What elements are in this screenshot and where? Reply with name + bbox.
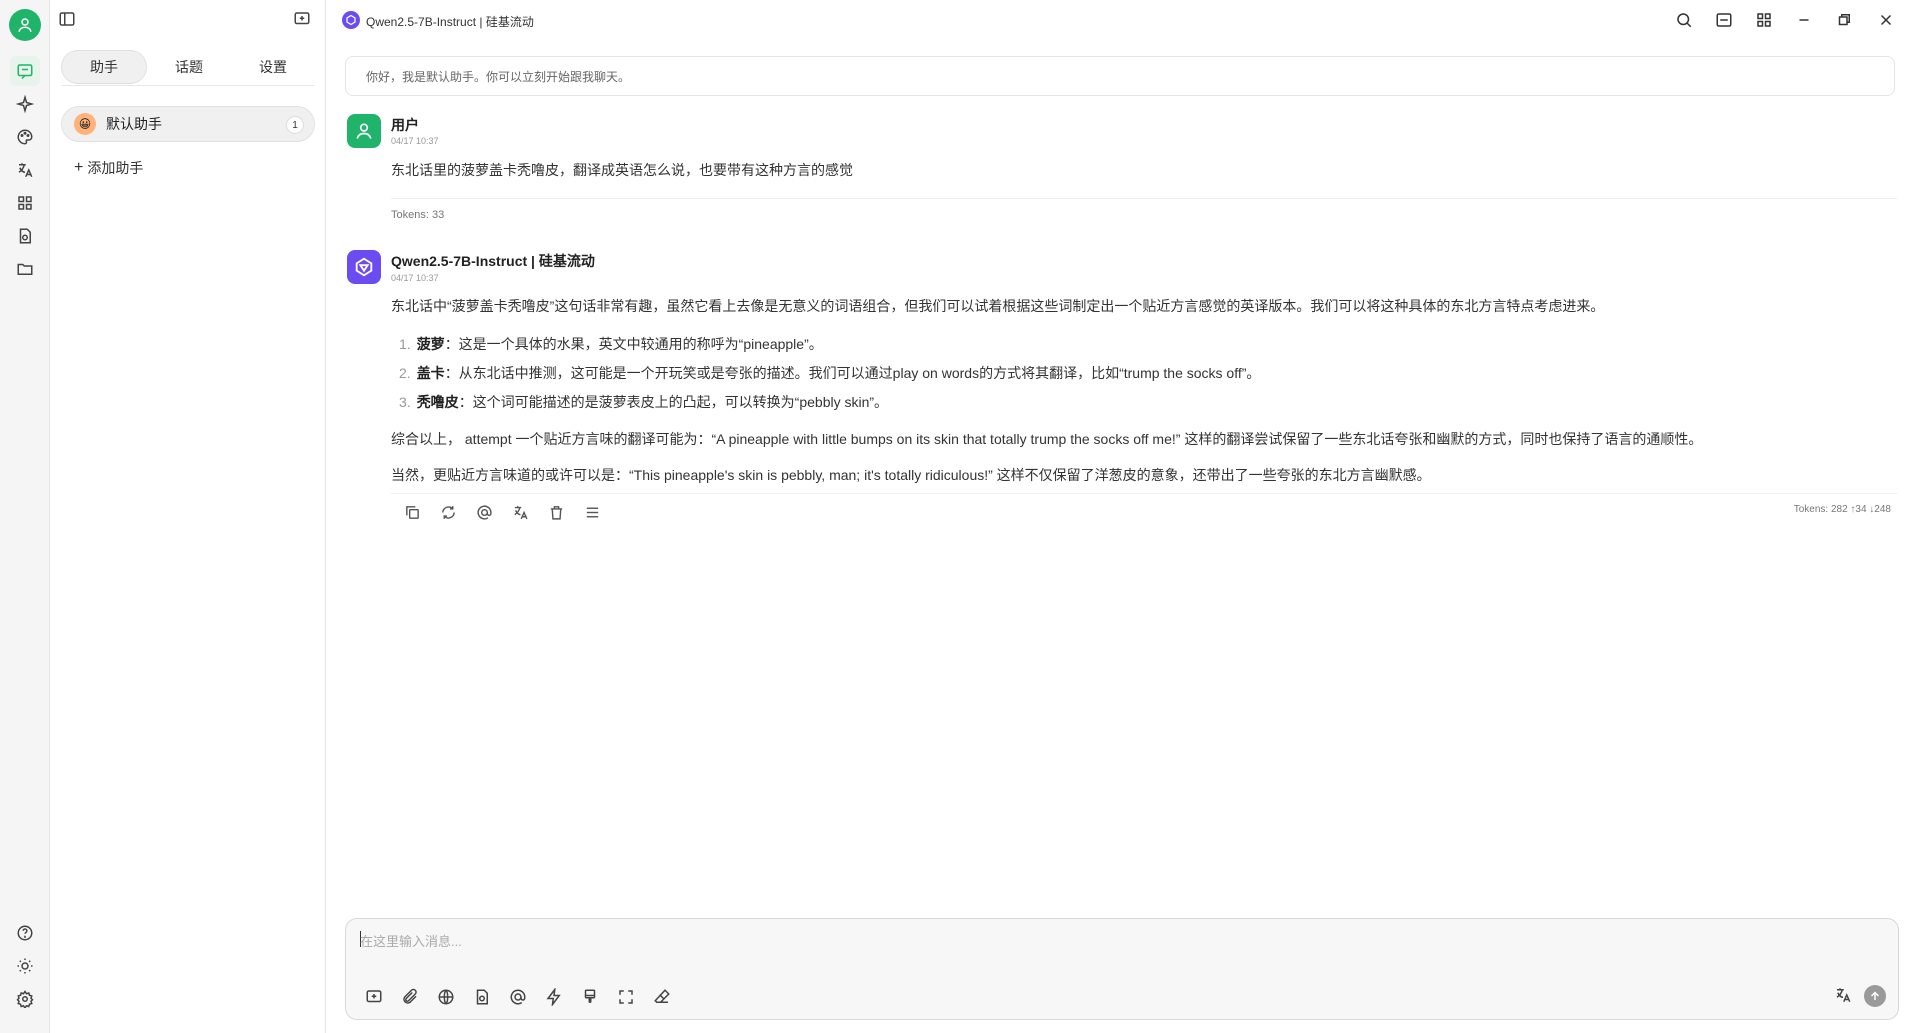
delete-icon[interactable] xyxy=(538,500,574,524)
assistant-emoji: 😀 xyxy=(74,113,96,135)
add-assistant-button[interactable]: + 添加助手 xyxy=(74,158,143,178)
knowledge-base-icon[interactable] xyxy=(464,985,500,1009)
plus-icon: + xyxy=(74,159,84,176)
input-toolbar xyxy=(356,985,680,1009)
assistant-prompt[interactable]: 你好，我是默认助手。你可以立刻开始跟我聊天。 xyxy=(345,56,1895,96)
assistant-token-count: Tokens: 282 ↑34 ↓248 xyxy=(1793,504,1891,515)
translate-icon[interactable] xyxy=(10,155,40,185)
tab-assistants[interactable]: 助手 xyxy=(61,50,147,84)
list-item: 3. 秃噜皮：这个词可能描述的是菠萝表皮上的凸起，可以转换为“pebbly ski… xyxy=(399,394,889,410)
user-avatar[interactable] xyxy=(9,9,41,41)
theme-sun-icon[interactable] xyxy=(10,951,40,981)
assistant-topic-count: 1 xyxy=(286,116,304,134)
layout-icon[interactable] xyxy=(1714,10,1734,30)
translate-icon[interactable] xyxy=(502,500,538,524)
settings-gear-icon[interactable] xyxy=(10,984,40,1014)
message-input-box[interactable]: 在这里输入消息... xyxy=(345,918,1899,1020)
chat-icon[interactable] xyxy=(10,56,40,86)
lightning-icon[interactable] xyxy=(536,985,572,1009)
send-area xyxy=(1834,985,1886,1007)
apps-grid-icon[interactable] xyxy=(10,188,40,218)
top-bar: Qwen2.5-7B-Instruct | 硅基流动 xyxy=(327,0,1921,40)
assistant-name: 默认助手 xyxy=(106,116,162,132)
message-actions xyxy=(394,500,610,524)
model-title[interactable]: Qwen2.5-7B-Instruct | 硅基流动 xyxy=(366,13,534,30)
user-message-name: 用户 xyxy=(391,117,419,133)
regenerate-icon[interactable] xyxy=(430,500,466,524)
model-logo-icon xyxy=(342,11,360,29)
palette-icon[interactable] xyxy=(10,122,40,152)
grid-icon[interactable] xyxy=(1754,10,1774,30)
assistant-item-default[interactable]: 😀 默认助手 1 xyxy=(61,106,315,142)
toggle-sidebar-icon[interactable] xyxy=(58,10,78,30)
assistant-message-time: 04/17 10:37 xyxy=(391,273,439,283)
attachment-icon[interactable] xyxy=(392,985,428,1009)
minimize-icon[interactable] xyxy=(1794,10,1814,30)
panel-tabs: 助手 话题 设置 xyxy=(61,50,315,86)
close-icon[interactable] xyxy=(1876,10,1896,30)
list-item: 1. 菠萝：这是一个具体的水果，英文中较通用的称呼为“pineapple”。 xyxy=(399,336,823,352)
user-token-count: Tokens: 33 xyxy=(391,209,445,221)
divider xyxy=(391,198,1897,199)
assistant-paragraph-1: 综合以上， attempt 一个贴近方言味的翻译可能为：“A pineapple… xyxy=(391,431,1703,447)
user-message-avatar xyxy=(347,114,381,148)
icon-rail xyxy=(0,0,50,1033)
new-topic-icon[interactable] xyxy=(356,985,392,1009)
message-input[interactable]: 在这里输入消息... xyxy=(360,931,462,950)
tab-settings[interactable]: 设置 xyxy=(231,50,315,84)
assistant-panel: 助手 话题 设置 😀 默认助手 1 + 添加助手 xyxy=(50,0,326,1033)
assistant-intro-text: 东北话中“菠萝盖卡秃噜皮”这句话非常有趣，虽然它看上去像是无意义的词语组合，但我… xyxy=(391,298,1605,314)
assistant-message-name: Qwen2.5-7B-Instruct | 硅基流动 xyxy=(391,253,595,269)
search-icon[interactable] xyxy=(1674,10,1694,30)
tab-topics[interactable]: 话题 xyxy=(147,50,231,84)
sparkle-icon[interactable] xyxy=(10,89,40,119)
new-topic-icon[interactable] xyxy=(293,10,313,30)
mention-icon[interactable] xyxy=(500,985,536,1009)
menu-icon[interactable] xyxy=(574,500,610,524)
add-assistant-label: 添加助手 xyxy=(87,160,144,176)
brush-icon[interactable] xyxy=(572,985,608,1009)
chat-main: Qwen2.5-7B-Instruct | 硅基流动 你好，我是默认助手。你可以… xyxy=(327,0,1921,1033)
send-button[interactable] xyxy=(1864,985,1886,1007)
user-message-time: 04/17 10:37 xyxy=(391,136,439,146)
folder-icon[interactable] xyxy=(10,254,40,284)
mention-icon[interactable] xyxy=(466,500,502,524)
assistant-paragraph-2: 当然，更贴近方言味道的或许可以是：“This pineapple's skin … xyxy=(391,467,1431,483)
divider xyxy=(391,493,1897,494)
globe-icon[interactable] xyxy=(428,985,464,1009)
file-search-icon[interactable] xyxy=(10,221,40,251)
restore-icon[interactable] xyxy=(1834,10,1854,30)
arrow-up-icon xyxy=(1870,991,1880,1000)
user-message-text: 东北话里的菠萝盖卡秃噜皮，翻译成英语怎么说，也要带有这种方言的感觉 xyxy=(391,162,853,178)
fullscreen-icon[interactable] xyxy=(608,985,644,1009)
help-icon[interactable] xyxy=(10,918,40,948)
translate-icon[interactable] xyxy=(1834,986,1852,1007)
eraser-icon[interactable] xyxy=(644,985,680,1009)
assistant-message-avatar xyxy=(347,250,381,284)
list-item: 2. 盖卡：从东北话中推测，这可能是一个开玩笑或是夸张的描述。我们可以通过play… xyxy=(399,365,1261,381)
copy-icon[interactable] xyxy=(394,500,430,524)
